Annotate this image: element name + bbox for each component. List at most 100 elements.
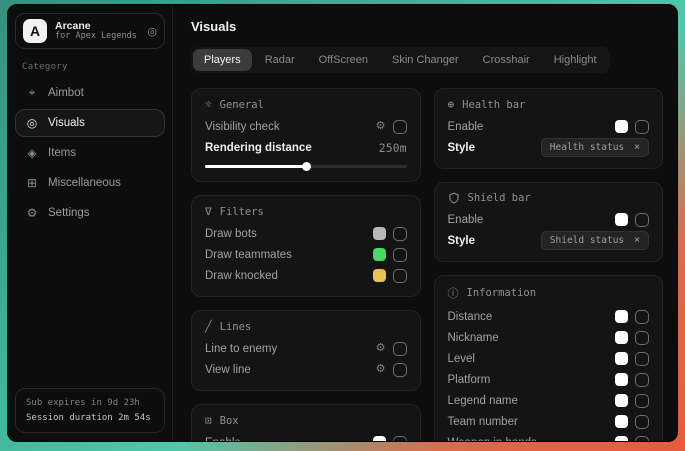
setting-row: Legend name xyxy=(448,390,650,411)
setting-row: Draw bots xyxy=(205,223,407,244)
panel-title: Box xyxy=(220,415,239,427)
setting-label: Line to enemy xyxy=(205,343,277,355)
setting-label: Nickname xyxy=(448,332,499,344)
panel-title: Lines xyxy=(220,321,252,333)
setting-row: Platform xyxy=(448,369,650,390)
setting-label: Legend name xyxy=(448,395,518,407)
health-style-select[interactable]: Health status × xyxy=(541,138,649,157)
selected-option: Shield status xyxy=(550,235,624,246)
setting-row: Line to enemy ⚙ xyxy=(205,338,407,359)
setting-label: Rendering distance xyxy=(205,142,312,154)
distance-checkbox[interactable] xyxy=(635,310,649,324)
setting-row: Style Health status × xyxy=(448,137,650,158)
panel-lines: ╱ Lines Line to enemy ⚙ View line ⚙ xyxy=(191,310,421,391)
legend-name-checkbox[interactable] xyxy=(635,394,649,408)
color-swatch[interactable] xyxy=(373,248,386,261)
team-number-checkbox[interactable] xyxy=(635,415,649,429)
color-swatch[interactable] xyxy=(615,352,628,365)
sidebar-item-label: Settings xyxy=(48,207,90,219)
session-duration-text: Session duration 2m 54s xyxy=(26,411,154,425)
line-to-enemy-checkbox[interactable] xyxy=(393,342,407,356)
visibility-check-checkbox[interactable] xyxy=(393,120,407,134)
health-enable-checkbox[interactable] xyxy=(635,120,649,134)
sidebar-item-miscellaneous[interactable]: ⊞ Miscellaneous xyxy=(15,169,165,197)
sidebar-item-aimbot[interactable]: ⌖ Aimbot xyxy=(15,78,165,107)
color-swatch[interactable] xyxy=(373,436,386,441)
color-swatch[interactable] xyxy=(615,436,628,441)
sidebar-item-visuals[interactable]: ◎ Visuals xyxy=(15,109,165,137)
close-icon[interactable]: × xyxy=(634,143,640,153)
draw-teammates-checkbox[interactable] xyxy=(393,248,407,262)
setting-row: Rendering distance 250m xyxy=(205,137,407,158)
setting-label: Draw teammates xyxy=(205,249,292,261)
page-title: Visuals xyxy=(191,19,663,34)
panel-information: ⓘ Information Distance Nickname xyxy=(434,275,664,441)
rendering-distance-slider[interactable] xyxy=(205,161,407,171)
color-swatch[interactable] xyxy=(615,415,628,428)
tab-players[interactable]: Players xyxy=(193,49,252,71)
setting-label: Weapon in hands xyxy=(448,437,537,442)
setting-row: Weapon in hands xyxy=(448,432,650,441)
sidebar-item-label: Miscellaneous xyxy=(48,177,121,189)
color-swatch[interactable] xyxy=(615,373,628,386)
setting-label: Style xyxy=(448,142,476,154)
panel-health-bar: ⊕ Health bar Enable Style Health stat xyxy=(434,88,664,169)
color-swatch[interactable] xyxy=(615,310,628,323)
setting-label: Draw knocked xyxy=(205,270,278,282)
tab-highlight[interactable]: Highlight xyxy=(543,49,608,71)
color-swatch[interactable] xyxy=(373,269,386,282)
selected-option: Health status xyxy=(550,142,624,153)
setting-label: Enable xyxy=(205,437,241,442)
slider-thumb[interactable] xyxy=(302,162,311,171)
setting-row: Nickname xyxy=(448,327,650,348)
color-swatch[interactable] xyxy=(615,331,628,344)
weapon-in-hands-checkbox[interactable] xyxy=(635,436,649,442)
rendering-distance-value: 250m xyxy=(379,141,407,155)
funnel-icon: ∇ xyxy=(205,205,212,218)
sidebar: A Arcane for Apex Legends ◎ Category ⌖ A… xyxy=(8,5,173,441)
draw-knocked-checkbox[interactable] xyxy=(393,269,407,283)
setting-label: Platform xyxy=(448,374,491,386)
color-swatch[interactable] xyxy=(615,120,628,133)
close-icon[interactable]: × xyxy=(634,236,640,246)
setting-label: Enable xyxy=(448,214,484,226)
color-swatch[interactable] xyxy=(615,394,628,407)
tab-radar[interactable]: Radar xyxy=(254,49,306,71)
gear-icon[interactable]: ⚙ xyxy=(376,121,386,132)
nickname-checkbox[interactable] xyxy=(635,331,649,345)
setting-label: View line xyxy=(205,364,251,376)
shield-icon xyxy=(448,192,460,204)
eye-scan-icon: ◎ xyxy=(25,116,39,130)
setting-row: Enable xyxy=(448,116,650,137)
level-checkbox[interactable] xyxy=(635,352,649,366)
gear-icon: ⚙ xyxy=(25,206,39,220)
sidebar-item-settings[interactable]: ⚙ Settings xyxy=(15,199,165,227)
shield-enable-checkbox[interactable] xyxy=(635,213,649,227)
tab-offscreen[interactable]: OffScreen xyxy=(308,49,379,71)
shield-style-select[interactable]: Shield status × xyxy=(541,231,649,250)
sidebar-item-items[interactable]: ◈ Items xyxy=(15,139,165,167)
main-content: Visuals Players Radar OffScreen Skin Cha… xyxy=(173,5,677,441)
color-swatch[interactable] xyxy=(373,227,386,240)
target-icon[interactable]: ◎ xyxy=(147,25,157,38)
setting-row: Draw knocked xyxy=(205,265,407,286)
tab-skin-changer[interactable]: Skin Changer xyxy=(381,49,470,71)
visuals-tabs: Players Radar OffScreen Skin Changer Cro… xyxy=(191,47,610,73)
setting-label: Draw bots xyxy=(205,228,257,240)
health-icon: ⊕ xyxy=(448,98,455,111)
draw-bots-checkbox[interactable] xyxy=(393,227,407,241)
cube-icon: ◈ xyxy=(25,146,39,160)
view-line-checkbox[interactable] xyxy=(393,363,407,377)
gear-icon[interactable]: ⚙ xyxy=(376,343,386,354)
panel-box: ⊡ Box Enable Enable background xyxy=(191,404,421,441)
platform-checkbox[interactable] xyxy=(635,373,649,387)
app-window: A Arcane for Apex Legends ◎ Category ⌖ A… xyxy=(7,4,678,442)
box-enable-checkbox[interactable] xyxy=(393,436,407,442)
gear-icon[interactable]: ⚙ xyxy=(376,364,386,375)
tab-crosshair[interactable]: Crosshair xyxy=(472,49,541,71)
setting-label: Style xyxy=(448,235,476,247)
setting-label: Visibility check xyxy=(205,121,280,133)
sun-icon: ☼ xyxy=(205,98,212,111)
color-swatch[interactable] xyxy=(615,213,628,226)
slider-fill xyxy=(205,165,306,168)
